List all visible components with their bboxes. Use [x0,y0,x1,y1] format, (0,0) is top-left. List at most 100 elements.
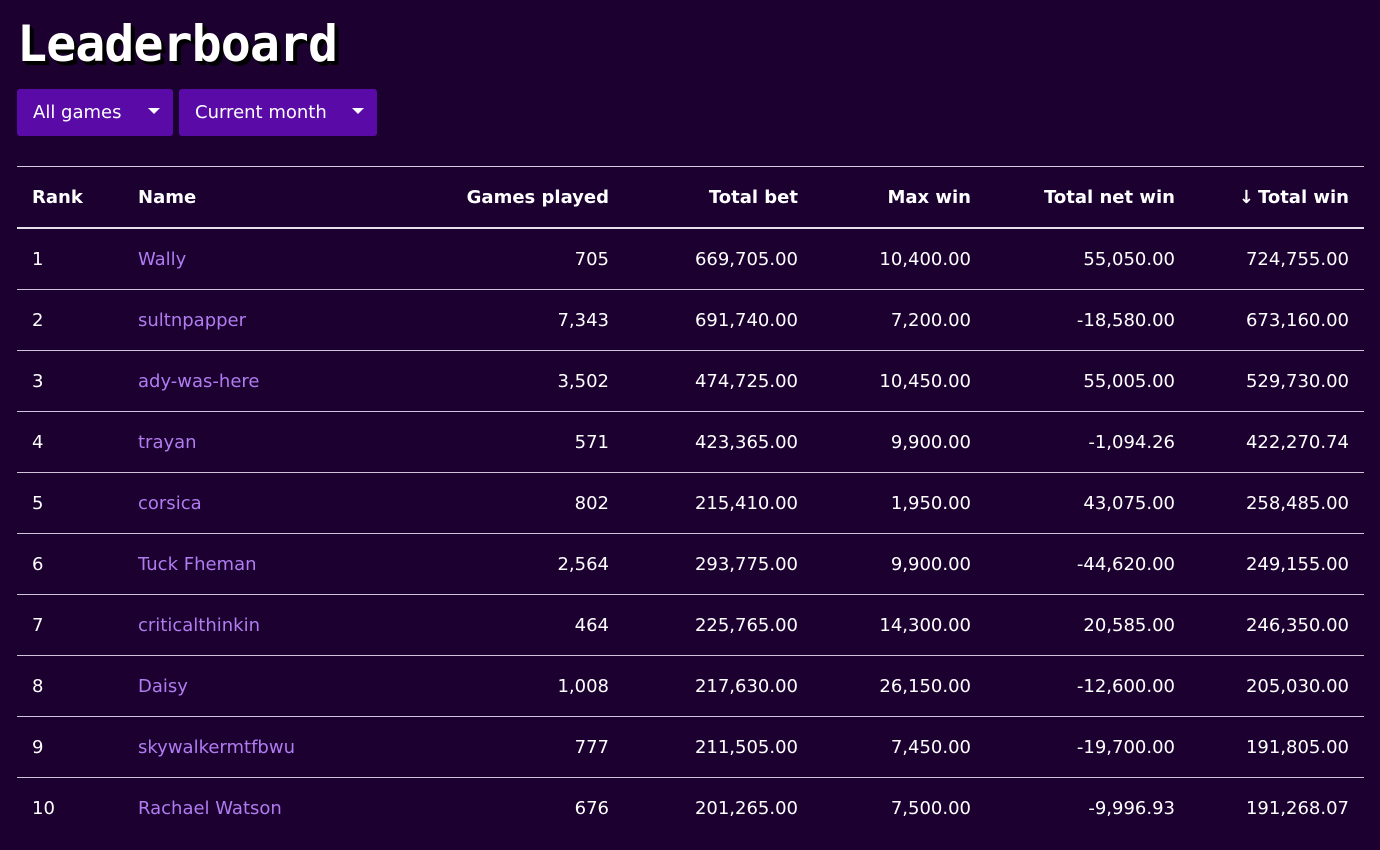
period-filter-value: Current month [195,102,327,123]
leaderboard-table: Rank Name Games played Total bet Max win… [17,166,1364,838]
table-row: 7 criticalthinkin 464 225,765.00 14,300.00 20… [17,595,1364,656]
player-name-link[interactable]: criticalthinkin [138,615,260,636]
rank-cell: 10 [32,797,55,819]
games-played-cell: 777 [574,736,609,758]
player-name-link[interactable]: trayan [138,432,197,453]
total-bet-cell: 474,725.00 [694,370,798,392]
table-row: 5 corsica 802 215,410.00 1,950.00 43,075.00 25… [17,473,1364,534]
rank-cell: 7 [32,614,44,636]
rank-cell: 8 [32,675,44,697]
total-win-cell: 422,270.74 [1245,431,1349,453]
rank-cell: 2 [32,309,44,331]
total-bet-cell: 293,775.00 [694,553,798,575]
total-bet-cell: 225,765.00 [694,614,798,636]
table-row: 3 ady-was-here 3,502 474,725.00 10,450.00 55,… [17,351,1364,412]
column-header-rank[interactable]: Rank [17,167,123,229]
table-row: 6 Tuck Fheman 2,564 293,775.00 9,900.00 -44,6… [17,534,1364,595]
total-net-win-cell: -44,620.00 [1076,553,1175,575]
arrow-down-icon: ↓ [1238,186,1254,208]
total-net-win-cell: 55,050.00 [1083,248,1175,270]
total-bet-cell: 669,705.00 [694,248,798,270]
games-played-cell: 1,008 [557,675,609,697]
player-name-link[interactable]: Rachael Watson [138,798,282,819]
total-net-win-cell: 43,075.00 [1083,492,1175,514]
player-name-link[interactable]: ady-was-here [138,371,259,392]
player-name-link[interactable]: Tuck Fheman [138,554,257,575]
total-net-win-cell: -9,996.93 [1088,797,1175,819]
total-net-win-cell: 20,585.00 [1083,614,1175,636]
rank-cell: 6 [32,553,44,575]
table-row: 1 Wally 705 669,705.00 10,400.00 55,050.00 724… [17,228,1364,290]
name-cell: Wally [123,228,349,290]
max-win-cell: 10,400.00 [879,248,971,270]
table-row: 9 skywalkermtfbwu 777 211,505.00 7,450.00 -19… [17,717,1364,778]
column-header-games-played[interactable]: Games played [349,167,624,229]
name-cell: skywalkermtfbwu [123,717,349,778]
total-bet-cell: 215,410.00 [694,492,798,514]
player-name-link[interactable]: corsica [138,493,202,514]
total-bet-cell: 423,365.00 [694,431,798,453]
total-win-cell: 724,755.00 [1245,248,1349,270]
period-filter-select[interactable]: Current month [179,89,377,136]
caret-down-icon [148,108,160,114]
games-played-cell: 676 [574,797,609,819]
total-win-cell: 249,155.00 [1245,553,1349,575]
rank-cell: 5 [32,492,44,514]
rank-cell: 9 [32,736,44,758]
games-played-cell: 705 [574,248,609,270]
page-title: Leaderboard [17,15,338,73]
max-win-cell: 7,450.00 [890,736,971,758]
filter-bar: All games Current month [17,89,377,136]
max-win-cell: 9,900.00 [890,431,971,453]
leaderboard-page: Leaderboard All games Current month Rank… [0,0,1380,850]
games-played-cell: 464 [574,614,609,636]
name-cell: trayan [123,412,349,473]
player-name-link[interactable]: sultnpapper [138,310,246,331]
total-win-cell: 673,160.00 [1245,309,1349,331]
name-cell: Daisy [123,656,349,717]
game-filter-select[interactable]: All games [17,89,173,136]
total-win-cell: 246,350.00 [1245,614,1349,636]
max-win-cell: 7,500.00 [890,797,971,819]
max-win-cell: 1,950.00 [890,492,971,514]
player-name-link[interactable]: Wally [138,249,186,270]
player-name-link[interactable]: skywalkermtfbwu [138,737,295,758]
player-name-link[interactable]: Daisy [138,676,188,697]
total-net-win-cell: 55,005.00 [1083,370,1175,392]
total-win-cell: 191,805.00 [1245,736,1349,758]
max-win-cell: 7,200.00 [890,309,971,331]
total-net-win-cell: -19,700.00 [1076,736,1175,758]
name-cell: criticalthinkin [123,595,349,656]
table-row: 10 Rachael Watson 676 201,265.00 7,500.00 -9,… [17,778,1364,839]
max-win-cell: 26,150.00 [879,675,971,697]
name-cell: Tuck Fheman [123,534,349,595]
rank-cell: 4 [32,431,44,453]
table-row: 2 sultnpapper 7,343 691,740.00 7,200.00 -18,5… [17,290,1364,351]
total-win-cell: 529,730.00 [1245,370,1349,392]
games-played-cell: 802 [574,492,609,514]
leaderboard-rows: 1 Wally 705 669,705.00 10,400.00 55,050.00 724… [17,228,1364,838]
column-header-total-win[interactable]: ↓ Total win [1190,167,1364,229]
caret-down-icon [352,108,364,114]
total-net-win-cell: -1,094.26 [1088,431,1175,453]
column-header-name[interactable]: Name [123,167,349,229]
game-filter-value: All games [33,102,122,123]
column-header-max-win[interactable]: Max win [813,167,986,229]
max-win-cell: 9,900.00 [890,553,971,575]
name-cell: corsica [123,473,349,534]
games-played-cell: 7,343 [557,309,609,331]
total-bet-cell: 201,265.00 [694,797,798,819]
total-win-cell: 258,485.00 [1245,492,1349,514]
max-win-cell: 10,450.00 [879,370,971,392]
column-header-total-net-win[interactable]: Total net win [986,167,1190,229]
total-net-win-cell: -12,600.00 [1076,675,1175,697]
table-header-row: Rank Name Games played Total bet Max win… [17,166,1364,229]
games-played-cell: 571 [574,431,609,453]
table-row: 4 trayan 571 423,365.00 9,900.00 -1,094.26 422… [17,412,1364,473]
column-header-total-win-label: Total win [1257,186,1349,208]
max-win-cell: 14,300.00 [879,614,971,636]
column-header-total-bet[interactable]: Total bet [624,167,813,229]
total-bet-cell: 211,505.00 [694,736,798,758]
rank-cell: 3 [32,370,44,392]
name-cell: ady-was-here [123,351,349,412]
